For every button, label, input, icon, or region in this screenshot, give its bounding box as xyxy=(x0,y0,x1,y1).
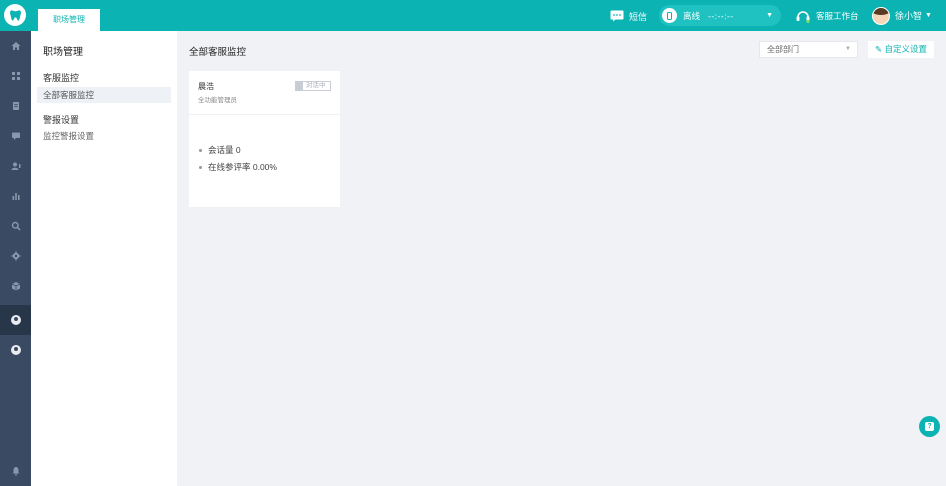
search-icon xyxy=(11,221,21,231)
status-icon xyxy=(296,82,303,90)
rail-profile[interactable] xyxy=(0,335,31,365)
chat-icon xyxy=(11,132,20,140)
message-icon xyxy=(610,10,624,22)
rail-notifications[interactable] xyxy=(0,456,31,486)
monitor-icon xyxy=(10,315,21,325)
user-menu[interactable]: 徐小智 ▼ xyxy=(872,6,932,25)
icon-rail xyxy=(0,31,31,486)
help-button[interactable]: ? xyxy=(919,416,940,437)
headset-icon xyxy=(796,10,810,23)
rail-home[interactable] xyxy=(0,31,31,61)
agent-name: 晨浩 xyxy=(198,82,214,91)
subnav-title: 职场管理 xyxy=(43,47,83,58)
rail-apps[interactable] xyxy=(0,61,31,91)
rail-monitor[interactable] xyxy=(0,305,31,335)
package-icon xyxy=(11,282,20,291)
settings-icon xyxy=(11,251,20,261)
chevron-down-icon: ▼ xyxy=(925,12,932,19)
status-badge-label: 对话中 xyxy=(306,82,326,89)
status-badge: 对话中 xyxy=(295,81,331,91)
chart-icon xyxy=(12,193,20,200)
rail-messages[interactable] xyxy=(0,121,31,151)
department-select[interactable]: 全部部门 ▼ xyxy=(759,41,858,58)
custom-settings-label: 自定义设置 xyxy=(884,44,927,54)
help-icon: ? xyxy=(925,422,934,431)
custom-settings-button[interactable]: ✎ 自定义设置 xyxy=(868,41,934,58)
tooth-logo-icon[interactable] xyxy=(4,4,26,26)
phone-icon xyxy=(662,8,677,23)
bell-icon xyxy=(12,467,19,476)
status-label: 离线 xyxy=(683,10,701,21)
nav-item-monitor-alert-settings[interactable]: 监控警报设置 xyxy=(37,128,171,144)
bullet xyxy=(199,148,202,152)
home-icon xyxy=(11,42,20,50)
agent-card[interactable]: 晨浩 全功能管理员 对话中 会话量 0 在线参评率 0.00% xyxy=(189,71,340,207)
sms-label: 短信 xyxy=(629,11,648,22)
edit-icon: ✎ xyxy=(874,44,883,54)
nav-group-agent-monitoring: 客服监控 xyxy=(43,73,80,83)
contacts-icon xyxy=(11,162,20,170)
workbench-label: 客服工作台 xyxy=(816,10,859,21)
user-icon xyxy=(10,345,21,355)
top-bar: 职场管理 短信 离线 --:--:-- ▼ 客服工作台 徐小智 ▼ xyxy=(0,0,946,31)
stat-session-count-text: 会话量 0 xyxy=(208,145,241,155)
stat-rating-rate: 在线参评率 0.00% xyxy=(199,161,277,173)
rail-packages[interactable] xyxy=(0,271,31,301)
tab-workplace-management[interactable]: 职场管理 xyxy=(38,9,100,31)
divider xyxy=(189,114,340,115)
stat-session-count: 会话量 0 xyxy=(199,144,241,156)
sms-button[interactable]: 短信 xyxy=(610,9,647,23)
rail-statistics[interactable] xyxy=(0,181,31,211)
chevron-down-icon: ▼ xyxy=(766,12,773,19)
nav-item-all-agent-monitoring[interactable]: 全部客服监控 xyxy=(37,87,171,103)
user-name: 徐小智 xyxy=(895,11,923,21)
rail-documents[interactable] xyxy=(0,91,31,121)
rail-search[interactable] xyxy=(0,211,31,241)
service-workbench-button[interactable]: 客服工作台 xyxy=(795,8,859,23)
chevron-down-icon: ▼ xyxy=(845,46,851,52)
document-icon xyxy=(12,102,19,110)
department-select-value: 全部部门 xyxy=(767,45,799,54)
grid-icon xyxy=(11,72,20,80)
agent-status-dropdown[interactable]: 离线 --:--:-- ▼ xyxy=(659,5,781,26)
status-timer: --:--:-- xyxy=(708,10,734,21)
rail-contacts[interactable] xyxy=(0,151,31,181)
stat-rating-rate-text: 在线参评率 0.00% xyxy=(208,162,277,172)
secondary-nav: 职场管理 客服监控 全部客服监控 警报设置 监控警报设置 xyxy=(31,31,177,486)
page-title: 全部客服监控 xyxy=(189,47,247,58)
rail-settings[interactable] xyxy=(0,241,31,271)
agent-role: 全功能管理员 xyxy=(198,97,237,104)
bullet xyxy=(199,165,202,169)
nav-group-alert-settings: 警报设置 xyxy=(43,115,80,125)
avatar xyxy=(872,6,890,25)
